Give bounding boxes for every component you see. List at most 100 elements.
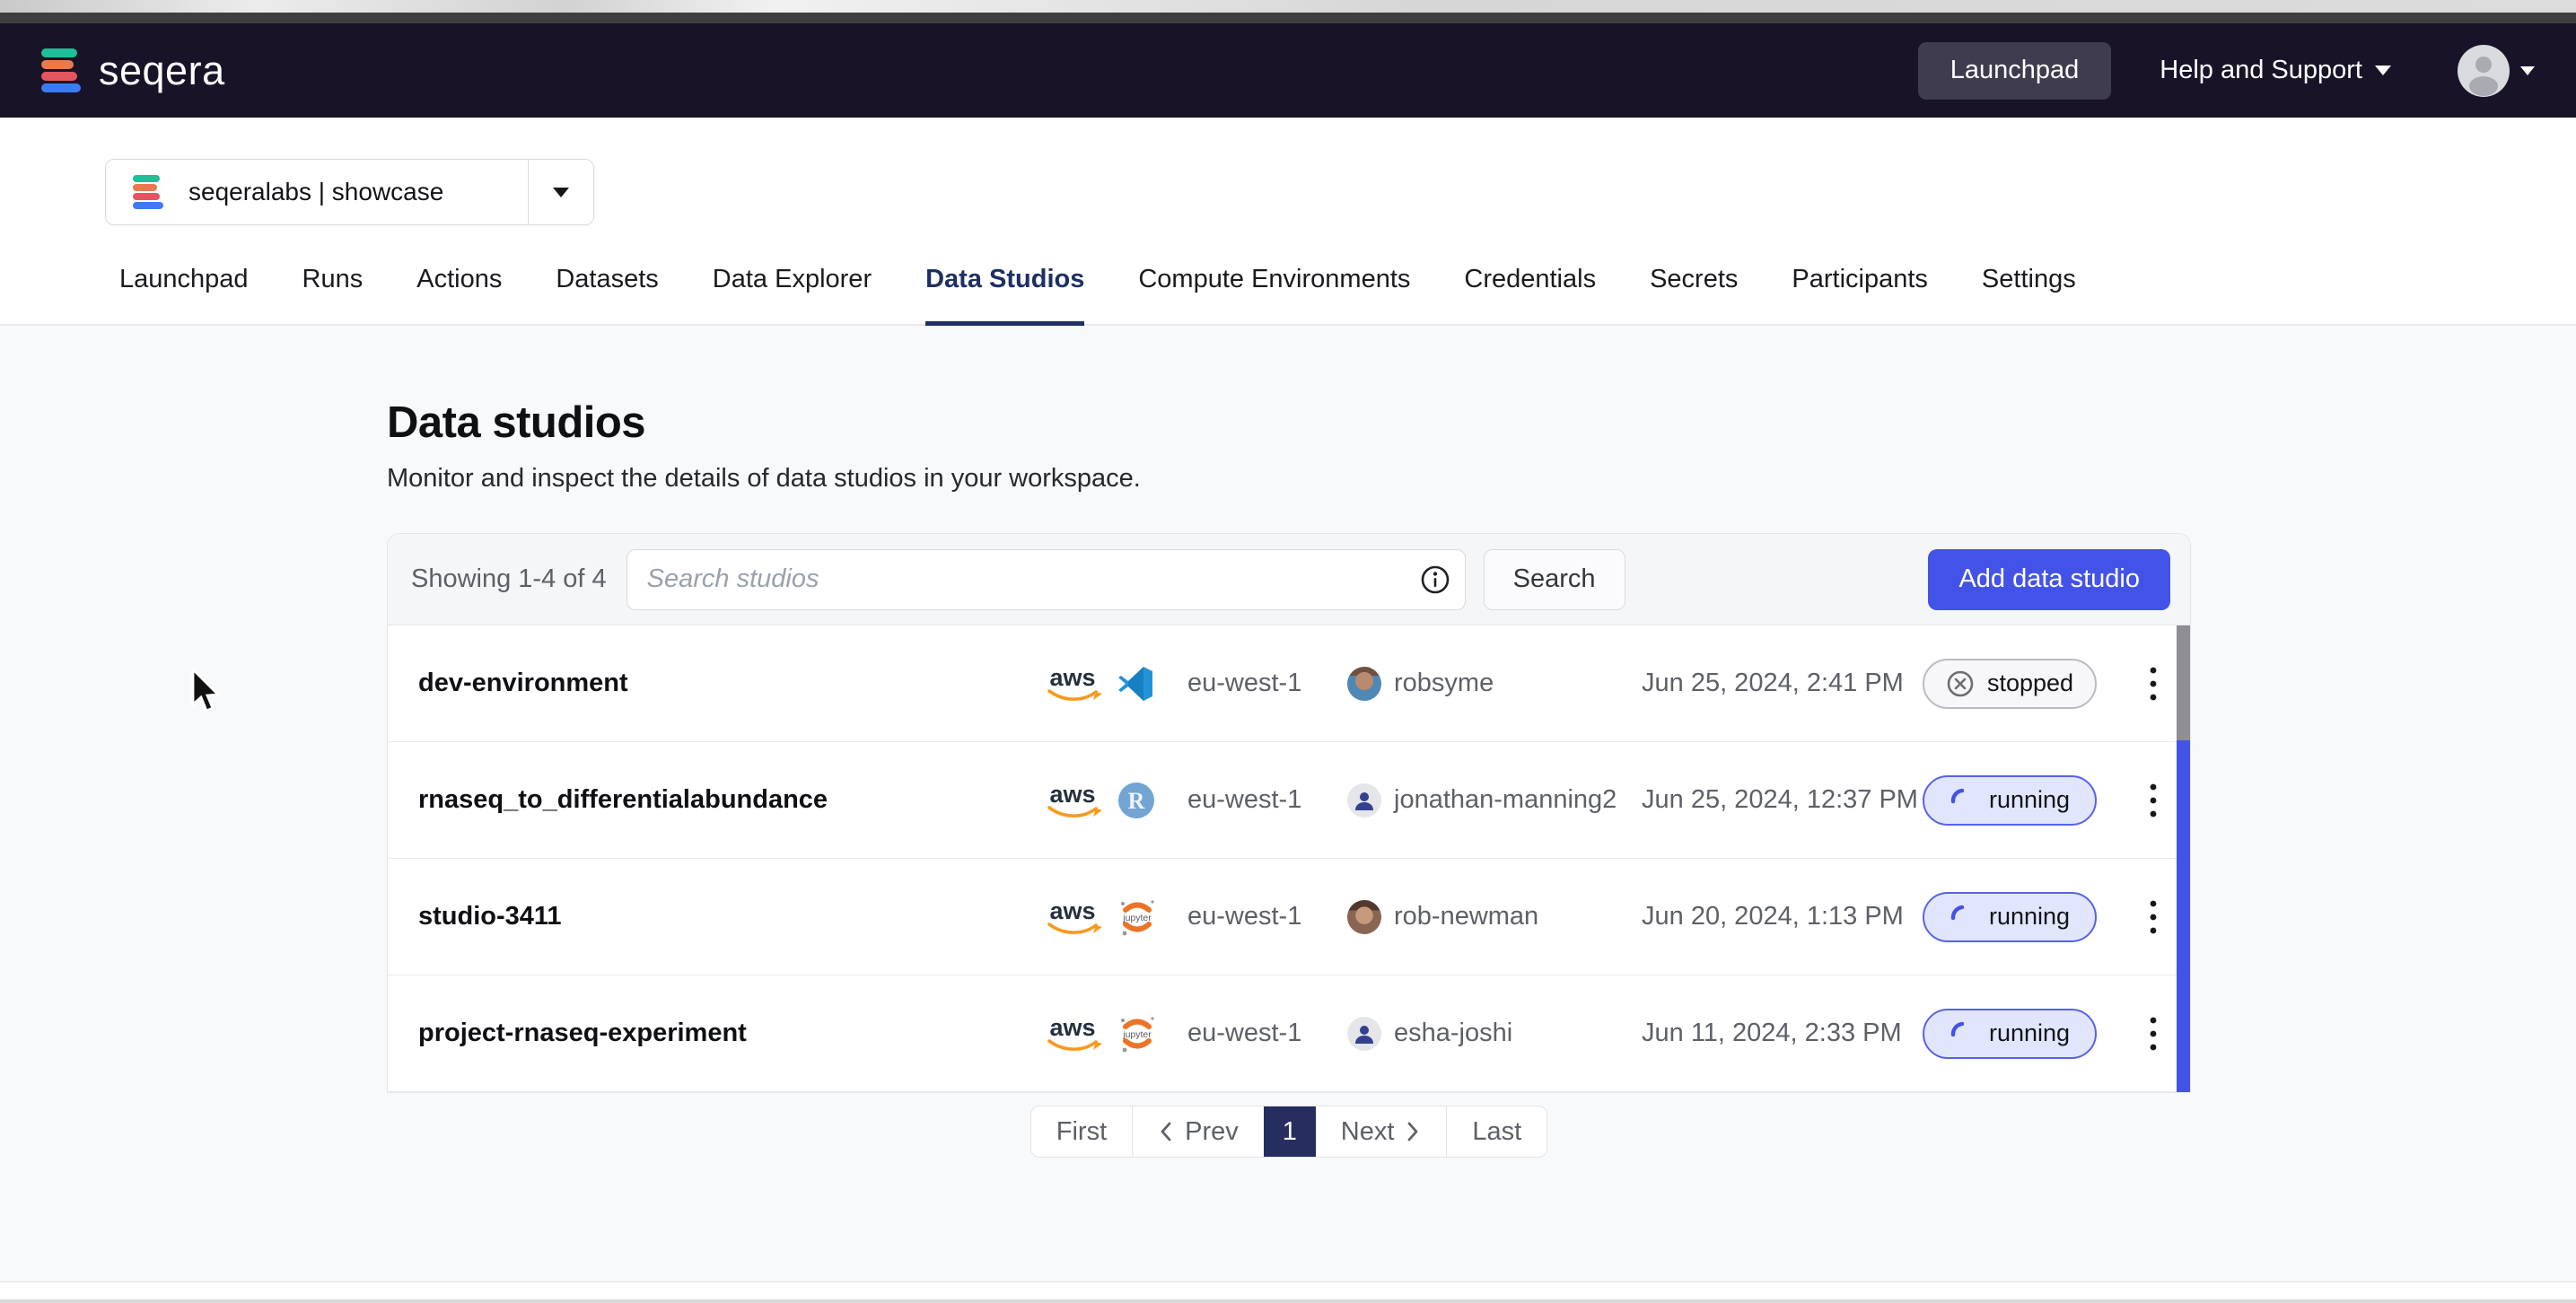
studio-name[interactable]: dev-environment	[418, 669, 1042, 698]
svg-text:aws: aws	[1049, 781, 1095, 808]
seqera-logo-icon	[41, 48, 83, 93]
status-label: running	[1989, 1019, 2070, 1047]
top-navbar: seqera Launchpad Help and Support	[0, 23, 2576, 118]
avatar	[1347, 900, 1381, 934]
chevron-left-icon	[1158, 1120, 1174, 1143]
table-row[interactable]: project-rnaseq-experiment aws jupyter	[388, 975, 2190, 1092]
studio-name[interactable]: rnaseq_to_differentialabundance	[418, 785, 1042, 815]
status-badge: running	[1923, 892, 2097, 942]
tab-compute-environments[interactable]: Compute Environments	[1138, 265, 1410, 326]
rstudio-icon: R	[1117, 782, 1155, 819]
tab-datasets[interactable]: Datasets	[556, 265, 658, 326]
table-toolbar: Showing 1-4 of 4 Search Add data studio	[388, 534, 2190, 625]
region-label: eu-west-1	[1187, 1019, 1347, 1048]
window-edge-strip	[0, 13, 2576, 23]
spinner-icon	[1950, 787, 1976, 814]
created-date: Jun 25, 2024, 2:41 PM	[1642, 669, 1942, 698]
tab-actions[interactable]: Actions	[416, 265, 502, 326]
created-date: Jun 25, 2024, 12:37 PM	[1642, 785, 1942, 815]
svg-text:jupyter: jupyter	[1122, 1029, 1152, 1040]
created-date: Jun 20, 2024, 1:13 PM	[1642, 902, 1942, 931]
status-badge: running	[1923, 775, 2097, 826]
table-row[interactable]: studio-3411 aws jupyter	[388, 859, 2190, 975]
status-badge: stopped	[1923, 659, 2097, 709]
jupyter-icon: jupyter	[1117, 897, 1157, 937]
svg-text:aws: aws	[1049, 664, 1095, 691]
scrollbar-thumb[interactable]	[2177, 625, 2190, 740]
svg-text:R: R	[1128, 788, 1145, 814]
table-row[interactable]: rnaseq_to_differentialabundance aws R eu…	[388, 742, 2190, 859]
aws-icon: aws	[1042, 781, 1103, 820]
workspace-tabs: Launchpad Runs Actions Datasets Data Exp…	[0, 265, 2576, 326]
studio-name[interactable]: project-rnaseq-experiment	[418, 1019, 1042, 1048]
jupyter-icon: jupyter	[1117, 1014, 1157, 1054]
avatar	[1347, 783, 1381, 818]
pagination-current-page[interactable]: 1	[1264, 1106, 1316, 1157]
tab-runs[interactable]: Runs	[302, 265, 364, 326]
tab-credentials[interactable]: Credentials	[1464, 265, 1596, 326]
scrollbar-track-accent	[2177, 740, 2190, 1092]
tab-data-explorer[interactable]: Data Explorer	[713, 265, 872, 326]
pagination-next-label: Next	[1341, 1117, 1395, 1147]
main-content: Data studios Monitor and inspect the det…	[0, 326, 2576, 1281]
info-icon[interactable]	[1420, 564, 1450, 595]
vscode-icon	[1117, 666, 1153, 702]
user-menu[interactable]	[2458, 45, 2535, 97]
kebab-menu-icon	[2149, 781, 2158, 820]
data-studios-panel: Showing 1-4 of 4 Search Add data studio …	[387, 533, 2191, 1093]
pagination-last[interactable]: Last	[1447, 1106, 1546, 1157]
chevron-right-icon	[1405, 1120, 1421, 1143]
row-menu-button[interactable]	[2140, 1005, 2167, 1063]
x-circle-icon	[1946, 669, 1975, 698]
launchpad-button[interactable]: Launchpad	[1918, 42, 2112, 100]
help-and-support-label: Help and Support	[2160, 56, 2362, 85]
row-menu-button[interactable]	[2140, 772, 2167, 829]
page-title: Data studios	[387, 398, 2191, 448]
add-data-studio-button[interactable]: Add data studio	[1928, 549, 2170, 610]
help-and-support-menu[interactable]: Help and Support	[2160, 56, 2391, 85]
table-row[interactable]: dev-environment aws eu-west-1	[388, 625, 2190, 742]
aws-icon: aws	[1042, 897, 1103, 937]
pagination-next[interactable]: Next	[1316, 1106, 1447, 1157]
region-label: eu-west-1	[1187, 669, 1347, 698]
kebab-menu-icon	[2149, 664, 2158, 704]
workspace-selector-label: seqeralabs | showcase	[188, 178, 528, 206]
svg-text:aws: aws	[1049, 897, 1095, 924]
brand-wordmark: seqera	[99, 48, 225, 94]
studio-name[interactable]: studio-3411	[418, 902, 1042, 931]
person-icon	[2458, 45, 2510, 97]
table-scrollbar[interactable]	[2177, 625, 2190, 1092]
search-input[interactable]	[627, 550, 1420, 609]
pagination-prev-label: Prev	[1185, 1117, 1239, 1147]
tab-launchpad[interactable]: Launchpad	[119, 265, 249, 326]
pagination-prev[interactable]: Prev	[1133, 1106, 1264, 1157]
data-studios-table: dev-environment aws eu-west-1	[388, 625, 2190, 1092]
results-count: Showing 1-4 of 4	[411, 564, 607, 594]
aws-icon: aws	[1042, 664, 1103, 704]
region-label: eu-west-1	[1187, 902, 1347, 931]
row-menu-button[interactable]	[2140, 888, 2167, 946]
workspace-selector-caret[interactable]	[529, 160, 593, 224]
user-name: rob-newman	[1394, 902, 1538, 931]
row-menu-button[interactable]	[2140, 655, 2167, 713]
search-button[interactable]: Search	[1484, 549, 1625, 610]
seqera-mark-icon	[133, 175, 163, 209]
region-label: eu-west-1	[1187, 785, 1347, 815]
subheader-zone: seqeralabs | showcase Launchpad Runs Act…	[0, 118, 2576, 326]
tab-participants[interactable]: Participants	[1792, 265, 1928, 326]
user-name: robsyme	[1394, 669, 1494, 698]
tab-data-studios[interactable]: Data Studios	[925, 265, 1084, 326]
pagination-row: First Prev 1 Next Last	[387, 1106, 2191, 1158]
tab-secrets[interactable]: Secrets	[1650, 265, 1738, 326]
search-input-group	[626, 549, 1466, 610]
workspace-selector[interactable]: seqeralabs | showcase	[105, 159, 594, 225]
svg-text:jupyter: jupyter	[1122, 913, 1152, 923]
status-label: stopped	[1987, 669, 2073, 697]
pagination-first[interactable]: First	[1031, 1106, 1132, 1157]
person-icon	[1353, 789, 1376, 812]
brand-logo[interactable]: seqera	[41, 48, 225, 94]
tab-settings[interactable]: Settings	[1982, 265, 2076, 326]
browser-chrome-strip	[0, 0, 2576, 13]
kebab-menu-icon	[2149, 1014, 2158, 1054]
spinner-icon	[1950, 1020, 1976, 1047]
